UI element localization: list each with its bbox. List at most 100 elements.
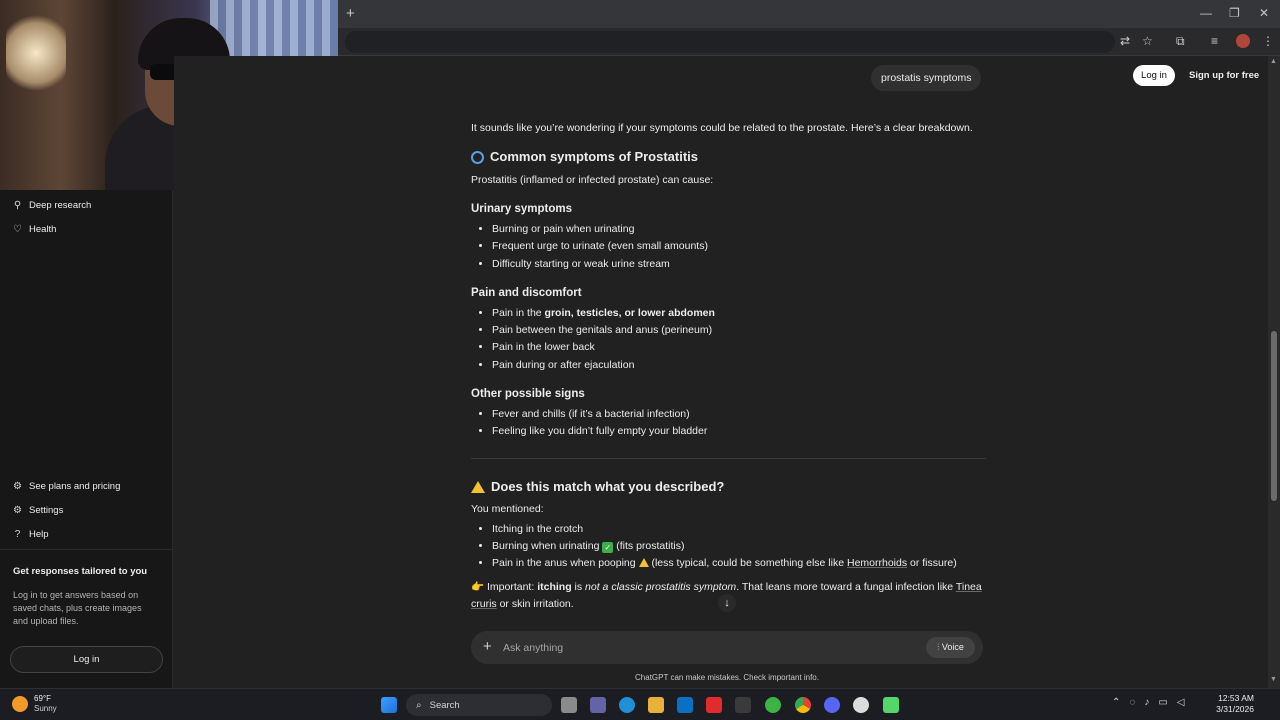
scroll-down-arrow-icon[interactable]: ▼: [1270, 676, 1277, 683]
important-italic: not a classic prostatitis symptom: [585, 580, 737, 593]
youtube-icon[interactable]: [706, 697, 722, 713]
list-item: Pain in the anus when pooping (less typi…: [492, 555, 986, 572]
assistant-response: It sounds like you’re wondering if your …: [471, 120, 986, 613]
scrollbar-thumb[interactable]: [1271, 331, 1277, 501]
sidebar-item-label: Help: [29, 529, 49, 540]
sidebar-divider: [0, 549, 173, 550]
task-view-icon[interactable]: [561, 697, 577, 713]
extensions-icon[interactable]: ⧉: [1176, 34, 1185, 49]
restore-button[interactable]: ❐: [1229, 6, 1240, 20]
sidebar-item-deep-research[interactable]: ⚲ Deep research: [12, 200, 91, 211]
microphone-icon[interactable]: ♪: [1144, 697, 1149, 708]
message-input[interactable]: [503, 639, 883, 656]
streaming-app-icon[interactable]: [883, 697, 899, 713]
reading-list-icon[interactable]: ≡: [1211, 34, 1218, 48]
check-mark-icon: ✓: [602, 541, 614, 553]
translate-icon[interactable]: ⇄: [1120, 34, 1130, 48]
spotify-icon[interactable]: [765, 697, 781, 713]
list-item: Burning or pain when urinating: [492, 221, 986, 238]
list-item: Frequent urge to urinate (even small amo…: [492, 238, 986, 255]
sidebar-item-label: Settings: [29, 505, 64, 516]
sidebar-item-health[interactable]: ♡ Health: [12, 224, 56, 235]
disclaimer-text: ChatGPT can make mistakes. Check importa…: [635, 673, 819, 682]
sidebar-item-help[interactable]: ? Help: [12, 529, 49, 540]
list-item: Pain during or after ejaculation: [492, 357, 986, 374]
weather-widget[interactable]: 69°F Sunny: [12, 694, 57, 714]
warning-icon: [638, 558, 649, 568]
minimize-button[interactable]: —: [1200, 6, 1212, 20]
mentioned-list: Itching in the crotch Burning when urina…: [471, 521, 986, 573]
chevron-up-icon[interactable]: ⌃: [1112, 697, 1120, 708]
clock-date: 3/31/2026: [1216, 704, 1254, 714]
header-login-button[interactable]: Log in: [1133, 65, 1175, 86]
important-label: Important:: [487, 580, 538, 593]
search-icon: ⌕: [416, 699, 422, 711]
hemorrhoids-link[interactable]: Hemorrhoids: [847, 557, 907, 569]
urinary-list: Burning or pain when urinating Frequent …: [471, 221, 986, 273]
pointing-hand-icon: 👉: [471, 580, 485, 593]
close-window-button[interactable]: ✕: [1259, 6, 1269, 20]
chat-main: prostatis symptoms Log in Sign up for fr…: [174, 56, 1268, 688]
message-composer: + ⫶ Voice: [471, 631, 983, 664]
help-icon: ?: [14, 529, 21, 540]
file-explorer-icon[interactable]: [648, 697, 664, 713]
sun-icon: [12, 696, 28, 712]
mentioned-label: You mentioned:: [471, 502, 544, 515]
sidebar-item-label: See plans and pricing: [29, 481, 121, 492]
outlook-icon[interactable]: [677, 697, 693, 713]
list-item-text: Pain in the: [492, 306, 545, 319]
list-item: Pain between the genitals and anus (peri…: [492, 322, 986, 339]
header-signup-button[interactable]: Sign up for free: [1183, 65, 1265, 86]
sidebar-login-button[interactable]: Log in: [10, 646, 163, 673]
taskbar-search[interactable]: ⌕ Search: [406, 694, 552, 716]
edge-icon[interactable]: [619, 697, 635, 713]
list-item: Feeling like you didn’t fully empty your…: [492, 423, 986, 440]
subheading-pain: Pain and discomfort: [471, 286, 582, 299]
important-text: or skin irritation.: [496, 597, 574, 610]
discord-icon[interactable]: [824, 697, 840, 713]
response-intro: It sounds like you’re wondering if your …: [471, 122, 973, 134]
windows-taskbar: 69°F Sunny ⌕ Search ⌃ ◌ ♪ ▭ ◁ 12:53 AM 3…: [0, 688, 1280, 720]
webcam-lamp: [6, 8, 66, 98]
sidebar-item-plans[interactable]: ⚙ See plans and pricing: [12, 481, 120, 492]
chatgpt-icon[interactable]: [853, 697, 869, 713]
subheading-urinary: Urinary symptoms: [471, 203, 572, 215]
scroll-up-arrow-icon[interactable]: ▲: [1270, 58, 1277, 65]
scroll-to-bottom-button[interactable]: ↓: [718, 594, 736, 612]
teams-icon[interactable]: [590, 697, 606, 713]
sync-icon[interactable]: ◌: [1129, 697, 1135, 708]
section-heading-symptoms: Common symptoms of Prostatitis: [471, 148, 986, 166]
taskbar-clock[interactable]: 12:53 AM 3/31/2026: [1212, 693, 1254, 715]
gear-icon: ⚙: [13, 505, 22, 516]
new-tab-button[interactable]: +: [346, 5, 355, 22]
app-icon[interactable]: [735, 697, 751, 713]
telescope-icon: ⚲: [13, 200, 22, 211]
weather-temperature: 69°F: [34, 694, 51, 703]
section-heading-match: Does this match what you described?: [471, 478, 986, 496]
section-intro: Prostatitis (inflamed or infected prosta…: [471, 174, 714, 186]
important-text: is: [571, 580, 586, 593]
attach-plus-icon[interactable]: +: [483, 638, 492, 655]
list-item-note: (fits prostatitis): [616, 539, 685, 552]
chrome-icon[interactable]: [795, 697, 811, 713]
address-bar[interactable]: [345, 31, 1115, 53]
clock-time: 12:53 AM: [1218, 693, 1254, 703]
profile-avatar[interactable]: [1236, 34, 1250, 48]
user-message-bubble: prostatis symptoms: [871, 65, 982, 91]
list-item-note: (less typical, could be something else l…: [651, 557, 847, 570]
volume-icon[interactable]: ◁: [1177, 697, 1185, 708]
list-item-bold: groin, testicles, or lower abdomen: [544, 306, 715, 319]
section-divider: [471, 457, 986, 459]
voice-button[interactable]: ⫶ Voice: [926, 637, 975, 658]
network-icon[interactable]: ▭: [1158, 697, 1167, 708]
sidebar-item-settings[interactable]: ⚙ Settings: [12, 505, 63, 516]
voice-label: Voice: [941, 642, 964, 652]
list-item: Difficulty starting or weak urine stream: [492, 256, 986, 273]
windows-start-icon[interactable]: [381, 697, 397, 713]
list-item: Itching in the crotch: [492, 521, 986, 538]
list-item-note: or fissure): [907, 557, 957, 570]
bookmark-star-icon[interactable]: ☆: [1142, 34, 1153, 48]
browser-menu-icon[interactable]: ⋮: [1262, 34, 1274, 48]
plans-icon: ⚙: [13, 481, 22, 492]
page-scrollbar[interactable]: ▲ ▼: [1268, 56, 1280, 688]
